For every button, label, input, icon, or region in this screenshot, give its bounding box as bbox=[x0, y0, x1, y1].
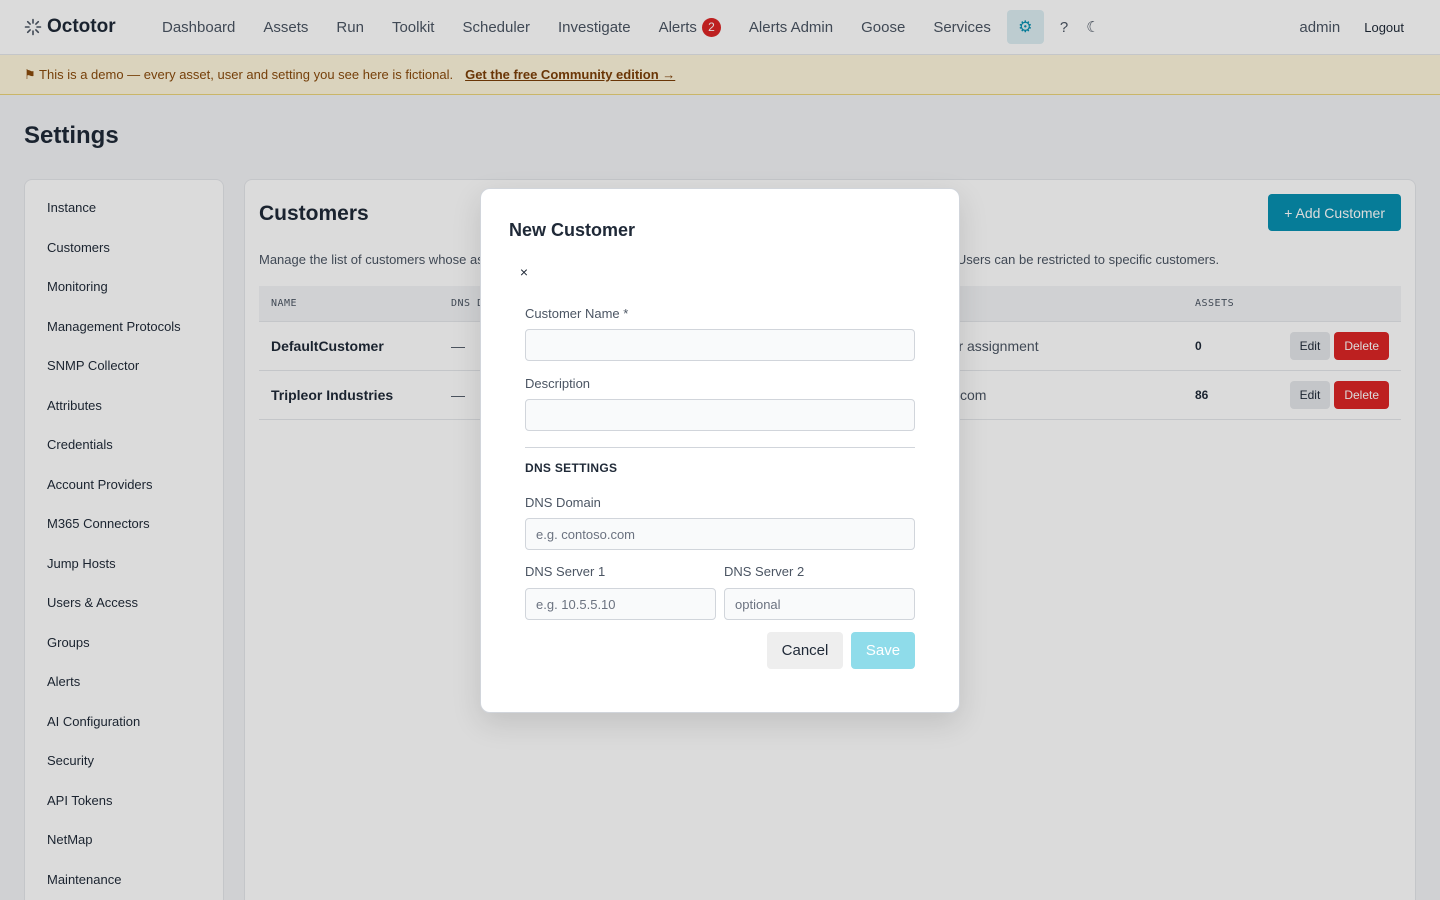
dns-server-1-input[interactable] bbox=[525, 588, 716, 620]
dns-settings-heading: DNS SETTINGS bbox=[525, 461, 618, 475]
modal-title: New Customer bbox=[509, 220, 636, 240]
customer-name-input[interactable] bbox=[525, 329, 915, 361]
dns-server-2-input[interactable] bbox=[724, 588, 915, 620]
description-label: Description bbox=[525, 376, 591, 391]
cancel-button[interactable]: Cancel bbox=[767, 632, 843, 669]
customer-name-label: Customer Name * bbox=[525, 306, 629, 321]
new-customer-modal: New Customer × Customer Name * Descripti… bbox=[480, 188, 960, 713]
dns-domain-label: DNS Domain bbox=[525, 495, 601, 510]
dns-server-2-label: DNS Server 2 bbox=[724, 564, 805, 579]
save-button[interactable]: Save bbox=[851, 632, 915, 669]
description-input[interactable] bbox=[525, 399, 915, 431]
section-divider bbox=[525, 447, 915, 448]
dns-server-1-label: DNS Server 1 bbox=[525, 564, 606, 579]
dns-domain-input[interactable] bbox=[525, 518, 915, 550]
close-icon[interactable]: × bbox=[518, 264, 530, 280]
